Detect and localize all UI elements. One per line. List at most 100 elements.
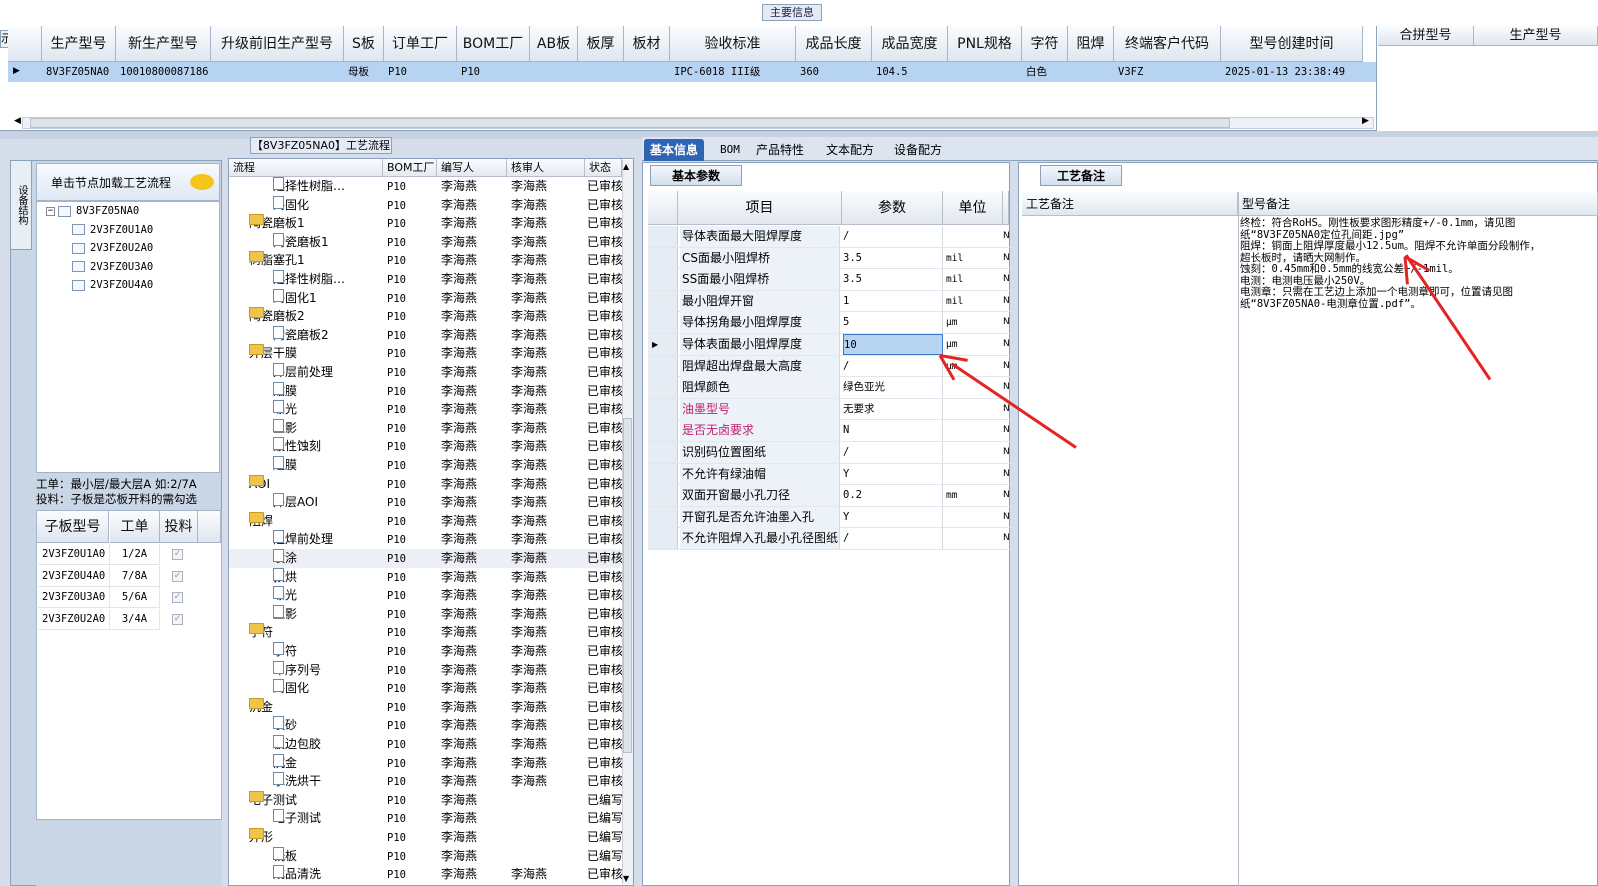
tree-node[interactable]: − 8V3FZ05NA0 — [46, 203, 139, 219]
top-col-header[interactable]: 生产型号 — [42, 26, 116, 62]
flow-node[interactable]: −电子测试 — [249, 790, 297, 809]
param-row[interactable]: 双面开窗最小孔刀径 0.2 mm N — [648, 485, 1010, 507]
flow-row[interactable]: 显影 P10 李海燕 李海燕 已审核 — [229, 604, 623, 624]
top-right-col-header[interactable]: 合拼型号 — [1378, 26, 1474, 46]
top-scroll-thumb[interactable] — [30, 118, 1230, 128]
params-col-header[interactable]: 项目 — [678, 191, 842, 225]
feed-checkbox[interactable]: ✓ — [172, 549, 183, 560]
tab-process-remarks[interactable]: 工艺备注 — [1040, 165, 1122, 186]
flow-col-header[interactable]: 状态 — [585, 159, 622, 177]
flow-row[interactable]: 喷砂 P10 李海燕 李海燕 已审核 — [229, 716, 623, 735]
top-col-header[interactable]: 字符 — [1022, 26, 1068, 62]
param-value[interactable]: Y — [843, 463, 943, 485]
sub-row-order[interactable]: 7/8A — [110, 565, 160, 587]
flow-node[interactable]: 终固化 — [273, 195, 309, 214]
scroll-left-icon[interactable]: ◀ — [14, 116, 21, 126]
row-selector[interactable] — [648, 398, 678, 420]
top-col-header[interactable]: 订单工厂 — [384, 26, 457, 62]
top-col-header[interactable]: 终端客户代码 — [1114, 26, 1221, 62]
flow-row[interactable]: 选择性树脂… P10 李海燕 李海燕 已审核 — [229, 177, 623, 196]
flow-row[interactable]: 铣板 P10 李海燕 已编写 — [229, 846, 623, 866]
tab-3[interactable]: 文本配方 — [820, 139, 880, 161]
flow-node[interactable]: 预烘 — [273, 567, 297, 586]
flow-row[interactable]: 酸性蚀刻 P10 李海燕 李海燕 已审核 — [229, 437, 623, 456]
flow-node[interactable]: 印序列号 — [273, 660, 321, 679]
param-row[interactable]: 导体拐角最小阻焊厚度 5 μm N — [648, 312, 1010, 334]
param-row[interactable]: SS面最小阻焊桥 3.5 mil N — [648, 269, 1010, 291]
param-value[interactable]: 3.5 — [843, 269, 943, 291]
top-col-header[interactable]: PNL规格 — [948, 26, 1022, 62]
flow-row[interactable]: 沉金 P10 李海燕 李海燕 已审核 — [229, 753, 623, 773]
row-selector[interactable] — [648, 290, 678, 312]
param-value[interactable]: 3.5 — [843, 247, 943, 269]
param-row[interactable]: 阻焊颜色 绿色亚光 N — [648, 377, 1010, 399]
flow-row[interactable]: −陶瓷磨板1 P10 李海燕 李海燕 已审核 — [229, 214, 623, 233]
sub-row-order[interactable]: 3/4A — [110, 608, 160, 630]
flow-node[interactable]: 退膜 — [273, 456, 297, 474]
flow-row[interactable]: 板边包胶 P10 李海燕 李海燕 已审核 — [229, 735, 623, 754]
top-col-header[interactable]: AB板 — [530, 26, 578, 62]
flow-row[interactable]: −电子测试 P10 李海燕 已编写 — [229, 790, 623, 810]
flow-row[interactable]: −外层干膜 P10 李海燕 李海燕 已审核 — [229, 344, 623, 363]
flow-node[interactable]: 沉金 — [273, 753, 297, 772]
row-selector[interactable] — [648, 312, 678, 334]
top-col-header[interactable]: BOM工厂 — [457, 26, 530, 62]
flow-row[interactable]: 终固化 P10 李海燕 李海燕 已审核 — [229, 195, 623, 215]
flow-row[interactable]: −阻焊 P10 李海燕 李海燕 已审核 — [229, 511, 623, 531]
param-value[interactable]: 无要求 — [843, 398, 943, 420]
param-value[interactable]: 绿色亚光 — [843, 377, 943, 399]
tab-1[interactable]: BOM — [714, 139, 746, 161]
top-col-header[interactable]: 成品长度 — [796, 26, 872, 62]
flow-node[interactable]: 陶瓷磨板2 — [273, 325, 329, 344]
top-col-header[interactable]: 新生产型号 — [116, 26, 211, 62]
flow-node[interactable]: −AOI — [249, 474, 270, 493]
flow-node[interactable]: −字符 — [249, 623, 273, 641]
flow-node[interactable]: −陶瓷磨板1 — [249, 214, 305, 232]
param-row[interactable]: 最小阻焊开窗 1 mil N — [648, 290, 1010, 313]
row-selector[interactable] — [648, 355, 678, 377]
tree-node[interactable]: 2V3FZ0U1A0 — [72, 222, 153, 238]
param-row[interactable]: 油墨型号 无要求 N — [648, 398, 1010, 421]
param-row[interactable]: ▶ 导体表面最小阻焊厚度 10 μm N — [648, 334, 1010, 356]
flow-row[interactable]: 字符 P10 李海燕 李海燕 已审核 — [229, 642, 623, 661]
flow-node[interactable]: 选择性树脂… — [273, 177, 345, 195]
flow-row[interactable]: 贴膜 P10 李海燕 李海燕 已审核 — [229, 381, 623, 401]
flow-node[interactable]: −阻焊 — [249, 511, 273, 530]
params-col-header[interactable]: 单位 — [943, 191, 1003, 225]
param-value[interactable]: 1 — [843, 290, 943, 312]
scroll-up-icon[interactable]: ▲ — [623, 162, 629, 171]
top-col-header[interactable]: 板材 — [624, 26, 670, 62]
row-selector[interactable]: ▶ — [648, 334, 678, 355]
flow-node[interactable]: 阻焊前处理 — [273, 530, 333, 548]
tab-0[interactable]: 基本信息 — [644, 139, 705, 161]
param-row[interactable]: 不允许有绿油帽 Y N — [648, 463, 1010, 486]
param-row[interactable]: CS面最小阻焊桥 3.5 mil N — [648, 247, 1010, 270]
flow-node[interactable]: 电子测试 — [273, 809, 321, 827]
flow-row[interactable]: −陶瓷磨板2 P10 李海燕 李海燕 已审核 — [229, 307, 623, 326]
flow-row[interactable]: 印序列号 P10 李海燕 李海燕 已审核 — [229, 660, 623, 680]
params-col-header[interactable]: 参数 — [842, 191, 943, 225]
sub-row-model[interactable]: 2V3FZ0U4A0 — [38, 565, 110, 587]
sub-row-order[interactable]: 5/6A — [110, 587, 160, 608]
feed-checkbox[interactable]: ✓ — [172, 613, 183, 625]
params-col-header[interactable] — [1003, 191, 1009, 225]
flow-node[interactable]: 选择性树脂… — [273, 270, 345, 288]
flow-node[interactable]: 陶瓷磨板1 — [273, 232, 329, 251]
param-row[interactable]: 不允许阻焊入孔最小孔径图纸 / N — [648, 528, 1010, 550]
flow-row[interactable]: 陶瓷磨板2 P10 李海燕 李海燕 已审核 — [229, 325, 623, 345]
flow-col-header[interactable]: 流程 — [229, 159, 383, 177]
param-value[interactable]: Y — [843, 506, 943, 528]
sub-col-header[interactable]: 子板型号 — [37, 511, 109, 543]
flow-node[interactable]: 喷砂 — [273, 716, 297, 734]
param-value[interactable]: 0.2 — [843, 485, 943, 507]
row-selector[interactable] — [648, 506, 678, 528]
scroll-right-icon[interactable]: ▶ — [1362, 116, 1369, 126]
flow-node[interactable]: 铣板 — [273, 846, 297, 865]
flow-node[interactable]: 外层AOI — [273, 493, 318, 511]
top-col-header[interactable]: 成品宽度 — [872, 26, 948, 62]
flow-row[interactable]: 外层前处理 P10 李海燕 李海燕 已审核 — [229, 363, 623, 382]
sub-row-model[interactable]: 2V3FZ0U2A0 — [38, 608, 110, 630]
row-selector[interactable] — [648, 226, 678, 247]
flow-node[interactable]: 外层前处理 — [273, 363, 333, 381]
top-col-header[interactable]: 验收标准 — [670, 26, 796, 62]
